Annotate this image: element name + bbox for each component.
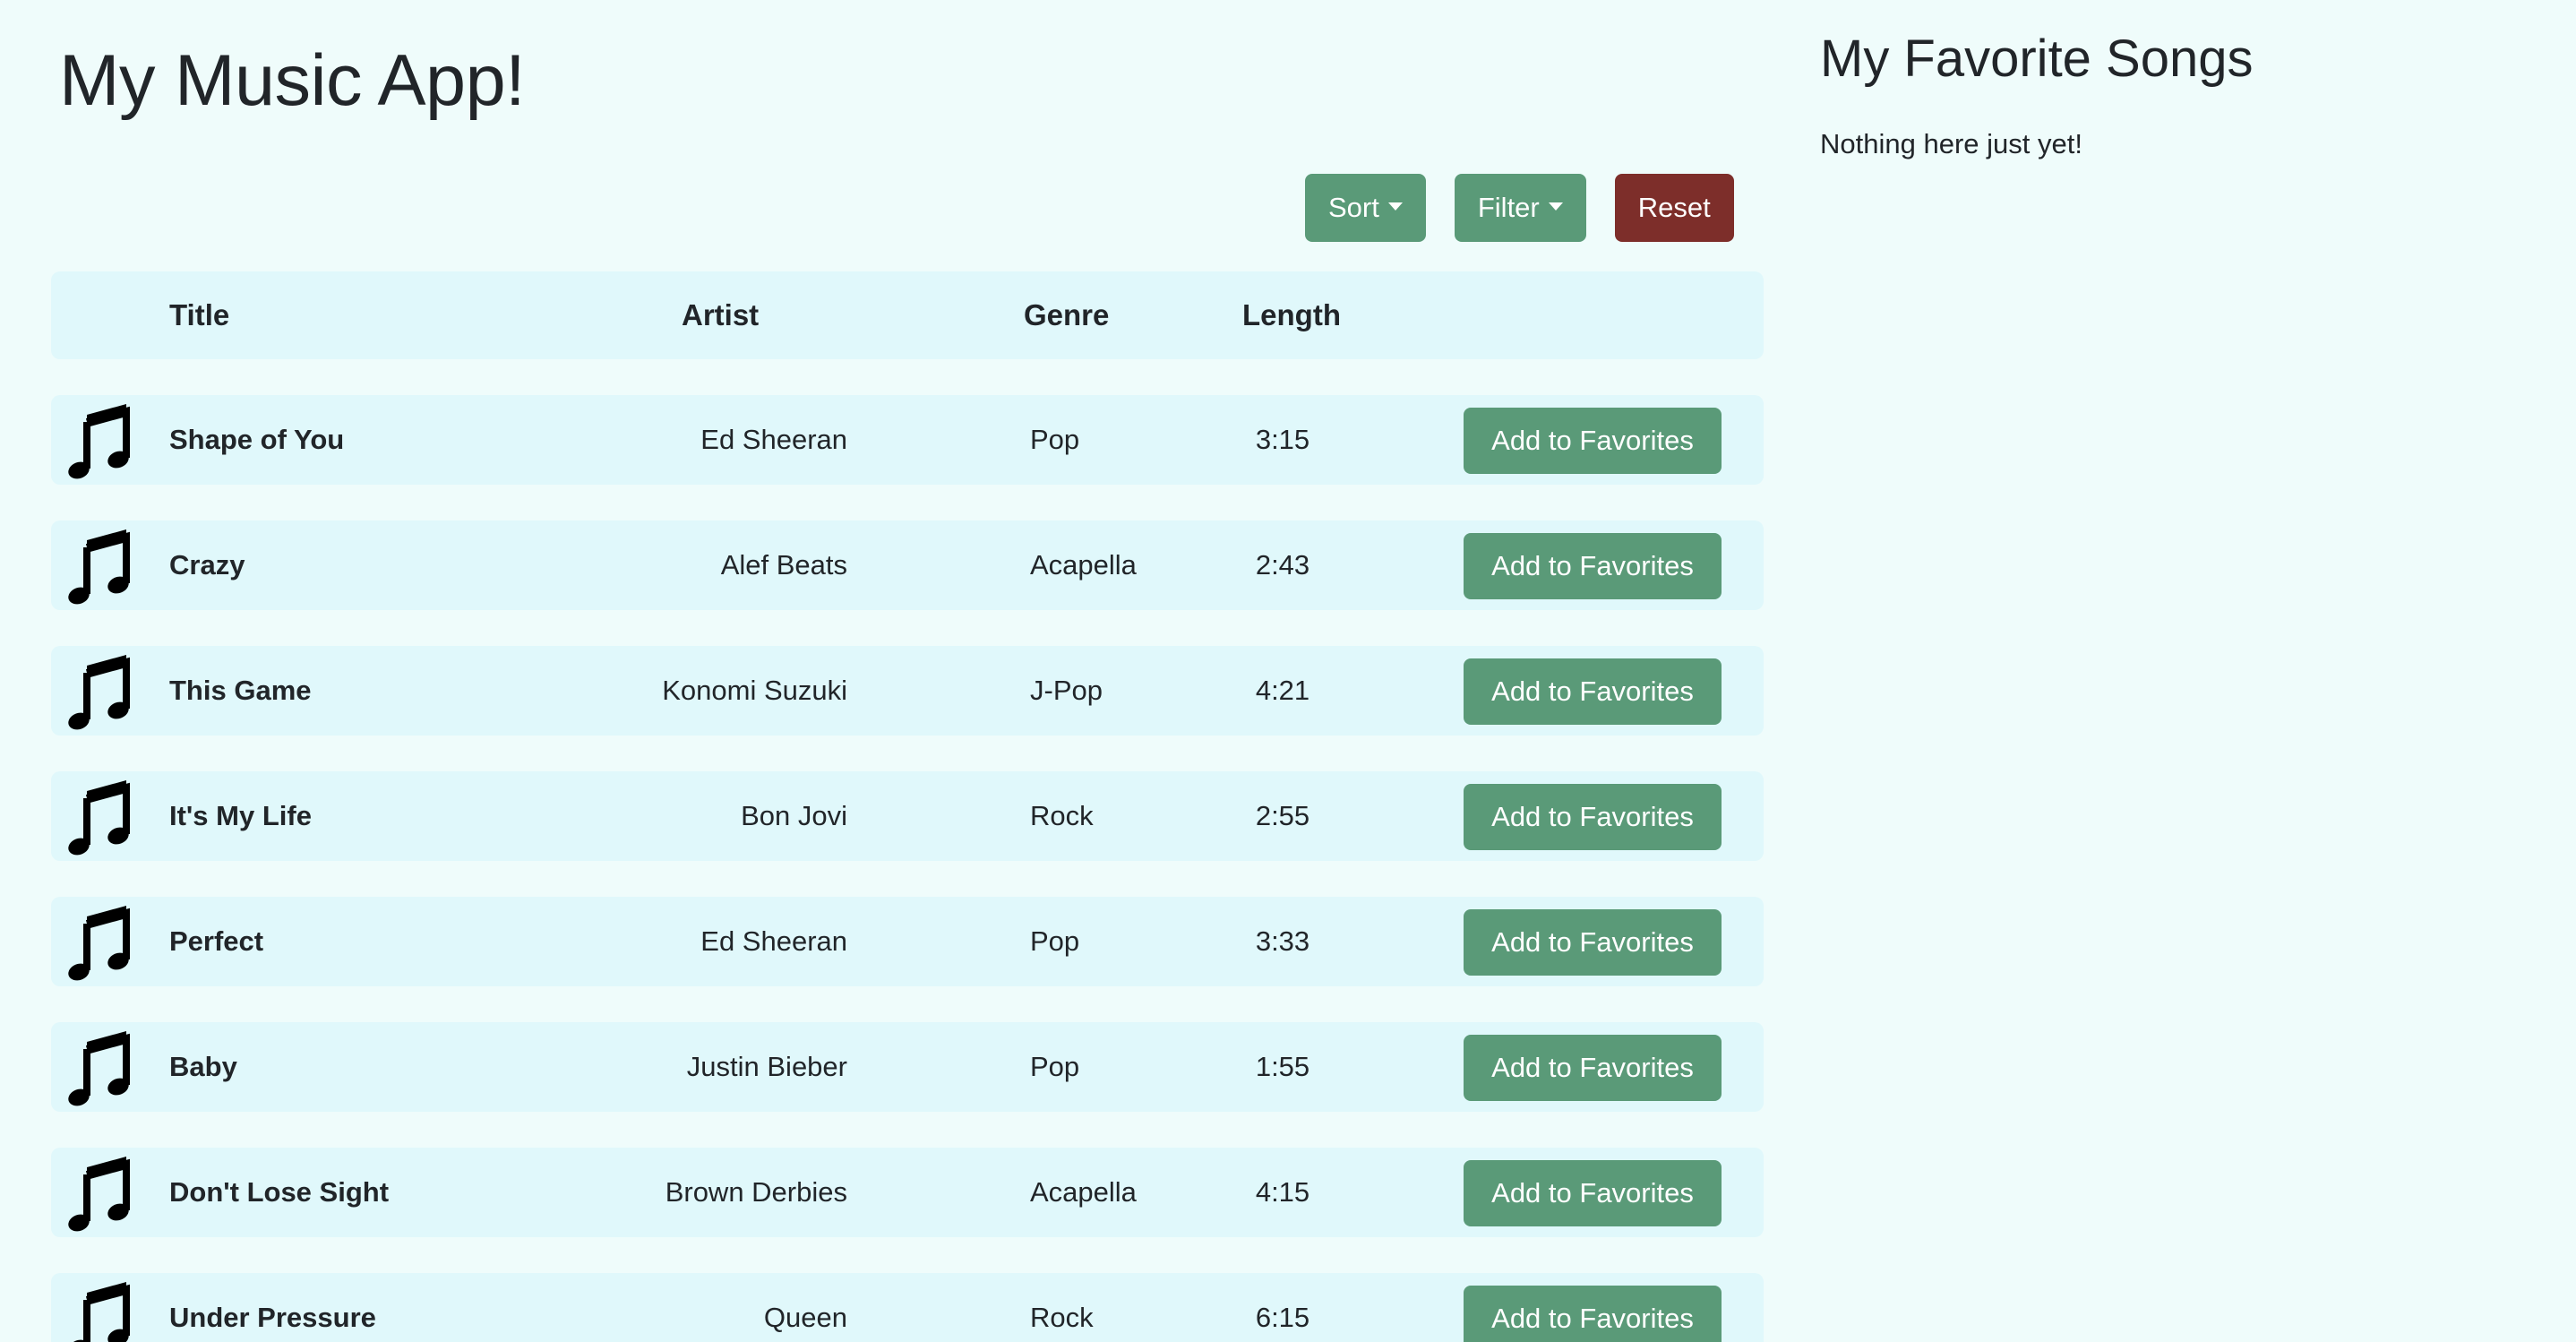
column-header-genre: Genre (1024, 298, 1110, 331)
song-artist: Alef Beats (720, 549, 847, 581)
music-note-icon (64, 906, 135, 983)
add-to-favorites-button[interactable]: Add to Favorites (1464, 1035, 1722, 1101)
song-artist: Ed Sheeran (700, 925, 847, 957)
song-genre: Pop (1030, 424, 1080, 455)
song-length: 2:55 (1255, 800, 1310, 831)
song-title: Don't Lose Sight (169, 1176, 390, 1208)
add-to-favorites-button[interactable]: Add to Favorites (1464, 408, 1722, 474)
song-genre: Acapella (1030, 1176, 1137, 1208)
column-header-artist: Artist (682, 298, 760, 331)
song-length: 4:15 (1255, 1176, 1310, 1208)
music-note-icon (64, 1157, 135, 1234)
caret-down-icon (1387, 202, 1403, 211)
music-note-icon (64, 655, 135, 732)
song-row: Baby Justin Bieber Pop 1:55 Add to Favorites (51, 1022, 1764, 1112)
song-length: 4:21 (1255, 675, 1310, 706)
favorites-empty-message: Nothing here just yet! (1820, 128, 2082, 159)
song-artist: Konomi Suzuki (662, 675, 847, 706)
table-header: Title Artist Genre Length (51, 271, 1764, 359)
song-row: It's My Life Bon Jovi Rock 2:55 Add to Favor… (51, 771, 1764, 861)
app-title: My Music App! (59, 40, 526, 121)
song-length: 2:43 (1255, 549, 1310, 581)
song-artist: Justin Bieber (686, 1051, 847, 1082)
song-row: Under Pressure Queen Rock 6:15 Add to Favori… (51, 1273, 1764, 1342)
song-row: This Game Konomi Suzuki J-Pop 4:21 Add to Fa… (51, 646, 1764, 736)
song-artist: Brown Derbies (665, 1176, 847, 1208)
song-genre: Rock (1030, 1302, 1094, 1333)
column-header-length: Length (1242, 298, 1341, 331)
song-title: Perfect (169, 925, 264, 957)
song-genre: Acapella (1030, 549, 1137, 581)
toolbar: Sort Filter Reset (1305, 174, 1734, 242)
song-row: Perfect Ed Sheeran Pop 3:33 Add to Favorites (51, 897, 1764, 986)
song-genre: Pop (1030, 1051, 1080, 1082)
song-genre: J-Pop (1030, 675, 1103, 706)
song-title: Baby (169, 1051, 237, 1082)
music-note-icon (64, 1282, 135, 1342)
song-title: It's My Life (169, 800, 312, 831)
music-note-icon (64, 529, 135, 606)
sort-button[interactable]: Sort (1305, 174, 1426, 242)
song-row: Crazy Alef Beats Acapella 2:43 Add to Favori… (51, 520, 1764, 610)
reset-button-label: Reset (1637, 192, 1711, 223)
filter-button-label: Filter (1477, 192, 1540, 223)
music-note-icon (64, 404, 135, 481)
song-row: Don't Lose Sight Brown Derbies Acapella 4:1… (51, 1148, 1764, 1237)
add-to-favorites-button[interactable]: Add to Favorites (1464, 1286, 1722, 1342)
song-length: 3:15 (1255, 424, 1310, 455)
song-artist: Bon Jovi (741, 800, 847, 831)
song-length: 6:15 (1255, 1302, 1310, 1333)
caret-down-icon (1548, 202, 1563, 211)
add-to-favorites-button[interactable]: Add to Favorites (1464, 533, 1722, 599)
music-app: My Music App! Sort Filter Reset Title Ar… (0, 0, 2576, 1342)
add-to-favorites-button[interactable]: Add to Favorites (1464, 658, 1722, 725)
song-artist: Queen (763, 1302, 847, 1333)
song-length: 1:55 (1255, 1051, 1310, 1082)
song-row: Shape of You Ed Sheeran Pop 3:15 Add to Favo… (51, 395, 1764, 485)
song-genre: Rock (1030, 800, 1094, 831)
sort-button-label: Sort (1328, 192, 1379, 223)
music-note-icon (64, 1031, 135, 1108)
add-to-favorites-button[interactable]: Add to Favorites (1464, 909, 1722, 976)
song-title: Crazy (169, 549, 245, 581)
main-panel: My Music App! Sort Filter Reset Title Ar… (0, 0, 1782, 1342)
add-to-favorites-button[interactable]: Add to Favorites (1464, 784, 1722, 850)
song-artist: Ed Sheeran (700, 424, 847, 455)
column-header-title: Title (169, 298, 230, 331)
reset-button[interactable]: Reset (1614, 174, 1734, 242)
song-genre: Pop (1030, 925, 1080, 957)
song-title: This Game (169, 675, 312, 706)
song-title: Shape of You (169, 424, 345, 455)
add-to-favorites-button[interactable]: Add to Favorites (1464, 1160, 1722, 1226)
song-title: Under Pressure (169, 1302, 376, 1333)
filter-button[interactable]: Filter (1454, 174, 1586, 242)
song-length: 3:33 (1255, 925, 1310, 957)
music-note-icon (64, 780, 135, 857)
favorites-title: My Favorite Songs (1820, 30, 2254, 88)
